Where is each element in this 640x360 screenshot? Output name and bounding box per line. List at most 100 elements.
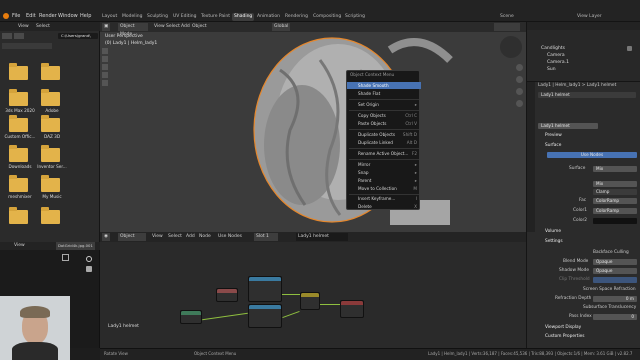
- menu-render[interactable]: Render: [39, 13, 57, 19]
- color2-swatch[interactable]: [593, 218, 637, 224]
- material-name-field[interactable]: Lady1 helmet: [538, 123, 598, 129]
- view-layer-selector[interactable]: View Layer: [575, 13, 604, 21]
- image-view-menu[interactable]: View: [12, 242, 27, 250]
- menu-item-rename-active-object[interactable]: Rename Active Object... F2: [347, 150, 421, 157]
- tab-texture-paint[interactable]: Texture Paint: [199, 13, 232, 21]
- tab-rendering[interactable]: Rendering: [283, 13, 310, 21]
- material-selector[interactable]: Lady1 helmet: [296, 233, 348, 241]
- clamp-checkbox[interactable]: Clamp: [593, 189, 637, 195]
- node-colorramp-2[interactable]: [248, 304, 282, 328]
- node-node-menu[interactable]: Node: [197, 233, 213, 241]
- viewport-object-menu[interactable]: Object: [190, 23, 209, 31]
- tab-scripting[interactable]: Scripting: [343, 13, 367, 21]
- tab-compositing[interactable]: Compositing: [311, 13, 343, 21]
- node-add-menu[interactable]: Add: [184, 233, 197, 241]
- preview-section-header[interactable]: Preview: [545, 133, 562, 138]
- folder-item[interactable]: Custom Offic...: [4, 115, 36, 140]
- helmet-model[interactable]: [220, 30, 460, 230]
- back-arrow-icon[interactable]: [2, 33, 12, 39]
- cursor-tool-icon[interactable]: [102, 56, 108, 62]
- folder-item[interactable]: [38, 207, 64, 232]
- folder-item[interactable]: [38, 63, 64, 88]
- use-nodes-button[interactable]: Use Nodes: [547, 152, 637, 158]
- file-browser-select-menu[interactable]: Select: [34, 23, 52, 31]
- editor-type-icon[interactable]: ▣: [102, 23, 111, 31]
- surface-section-header[interactable]: Surface: [545, 143, 561, 148]
- node-mix[interactable]: [300, 292, 320, 310]
- menu-item-snap[interactable]: Snap ▸: [347, 169, 421, 176]
- node-material-output[interactable]: [340, 300, 364, 318]
- backface-culling-checkbox[interactable]: Backface Culling: [593, 250, 629, 255]
- menu-window[interactable]: Window: [58, 13, 78, 19]
- fac-value[interactable]: ColorRamp: [593, 198, 637, 204]
- menu-item-mirror[interactable]: Mirror ▸: [347, 161, 421, 168]
- surface-value[interactable]: Mix: [593, 166, 637, 172]
- use-nodes-toggle[interactable]: Use Nodes: [216, 233, 244, 241]
- grid-view-icon[interactable]: [516, 100, 523, 107]
- node-mapping[interactable]: [216, 288, 238, 302]
- color1-value[interactable]: ColorRamp: [593, 208, 637, 214]
- forward-arrow-icon[interactable]: [14, 33, 24, 39]
- folder-item[interactable]: My Music: [38, 175, 64, 200]
- move-tool-icon[interactable]: [102, 64, 108, 70]
- mode-selector[interactable]: Object Mode: [118, 23, 148, 37]
- outliner-item-camera-1[interactable]: Camera.1: [547, 60, 569, 65]
- refraction-depth-field[interactable]: 0 m: [593, 296, 637, 302]
- node-editor-type-icon[interactable]: ◉: [102, 233, 110, 241]
- scene-selector[interactable]: Scene: [498, 13, 516, 21]
- menu-help[interactable]: Help: [80, 13, 91, 19]
- slot-selector[interactable]: Slot 1: [254, 233, 278, 241]
- path-field[interactable]: C:\Users\grand\: [58, 33, 98, 39]
- shading-buttons[interactable]: [494, 23, 520, 31]
- zoom-icon[interactable]: [86, 256, 92, 262]
- camera-view-icon[interactable]: [516, 88, 523, 95]
- menu-item-parent[interactable]: Parent ▸: [347, 177, 421, 184]
- volume-section-header[interactable]: Volume: [545, 229, 561, 234]
- tab-uv-editing[interactable]: UV Editing: [171, 13, 198, 21]
- node-texture-coord[interactable]: [180, 310, 202, 324]
- tab-animation[interactable]: Animation: [255, 13, 282, 21]
- outliner-item-camera[interactable]: Camera: [547, 53, 565, 58]
- node-colorramp-1[interactable]: [248, 276, 282, 302]
- node-select-menu[interactable]: Select: [166, 233, 184, 241]
- menu-item-duplicate-objects[interactable]: Duplicate Objects Shift D: [347, 131, 421, 138]
- shadow-mode-select[interactable]: Opaque: [593, 268, 637, 274]
- menu-item-paste-objects[interactable]: Paste Objects Ctrl V: [347, 120, 421, 127]
- settings-section-header[interactable]: Settings: [545, 239, 563, 244]
- outliner-item-candlights[interactable]: Candlights: [541, 46, 565, 51]
- hand-pan-icon[interactable]: [516, 76, 523, 83]
- tab-shading[interactable]: Shading: [232, 13, 255, 21]
- tab-modeling[interactable]: Modeling: [120, 13, 144, 21]
- navigation-gizmo[interactable]: [500, 36, 522, 58]
- shader-type-selector[interactable]: Object: [118, 233, 146, 241]
- pass-index-field[interactable]: 0: [593, 314, 637, 320]
- select-tool-icon[interactable]: [102, 48, 108, 54]
- folder-toolbar[interactable]: [2, 43, 52, 49]
- material-slot-list[interactable]: Lady1 helmet: [538, 92, 636, 98]
- tab-sculpting[interactable]: Sculpting: [145, 13, 170, 21]
- menu-item-copy-objects[interactable]: Copy Objects Ctrl C: [347, 112, 421, 119]
- menu-item-insert-keyframe[interactable]: Insert Keyframe... I: [347, 195, 421, 202]
- 3d-viewport[interactable]: ▣ Object Mode View Select Add Object Glo…: [100, 22, 526, 232]
- file-browser-view-menu[interactable]: View: [16, 23, 31, 31]
- menu-item-set-origin[interactable]: Set Origin ▸: [347, 101, 421, 108]
- menu-edit[interactable]: Edit: [26, 13, 36, 19]
- hand-pan-icon[interactable]: [86, 266, 92, 272]
- blend-mode-select[interactable]: Opaque: [593, 259, 637, 265]
- menu-item-move-to-collection[interactable]: Move to Collection M: [347, 185, 421, 192]
- folder-item[interactable]: Adobe: [38, 89, 64, 114]
- folder-item[interactable]: [6, 63, 32, 88]
- menu-item-shade-smooth[interactable]: Shade Smooth: [347, 82, 421, 89]
- scale-tool-icon[interactable]: [102, 80, 108, 86]
- outliner-item-sun[interactable]: Sun: [547, 67, 556, 72]
- visibility-icon[interactable]: [627, 46, 632, 51]
- rotate-tool-icon[interactable]: [102, 72, 108, 78]
- clip-threshold-field[interactable]: [593, 277, 637, 283]
- tab-layout[interactable]: Layout: [100, 13, 119, 21]
- outliner[interactable]: Candlights Camera Camera.1 Sun: [527, 22, 640, 82]
- node-view-menu[interactable]: View: [150, 233, 165, 241]
- image-name-field[interactable]: DotGrid4k.jpg.001: [56, 242, 95, 250]
- folder-item[interactable]: DAZ 3D: [38, 115, 64, 140]
- custom-properties-section-header[interactable]: Custom Properties: [545, 334, 585, 339]
- mix-value[interactable]: Mix: [593, 181, 637, 187]
